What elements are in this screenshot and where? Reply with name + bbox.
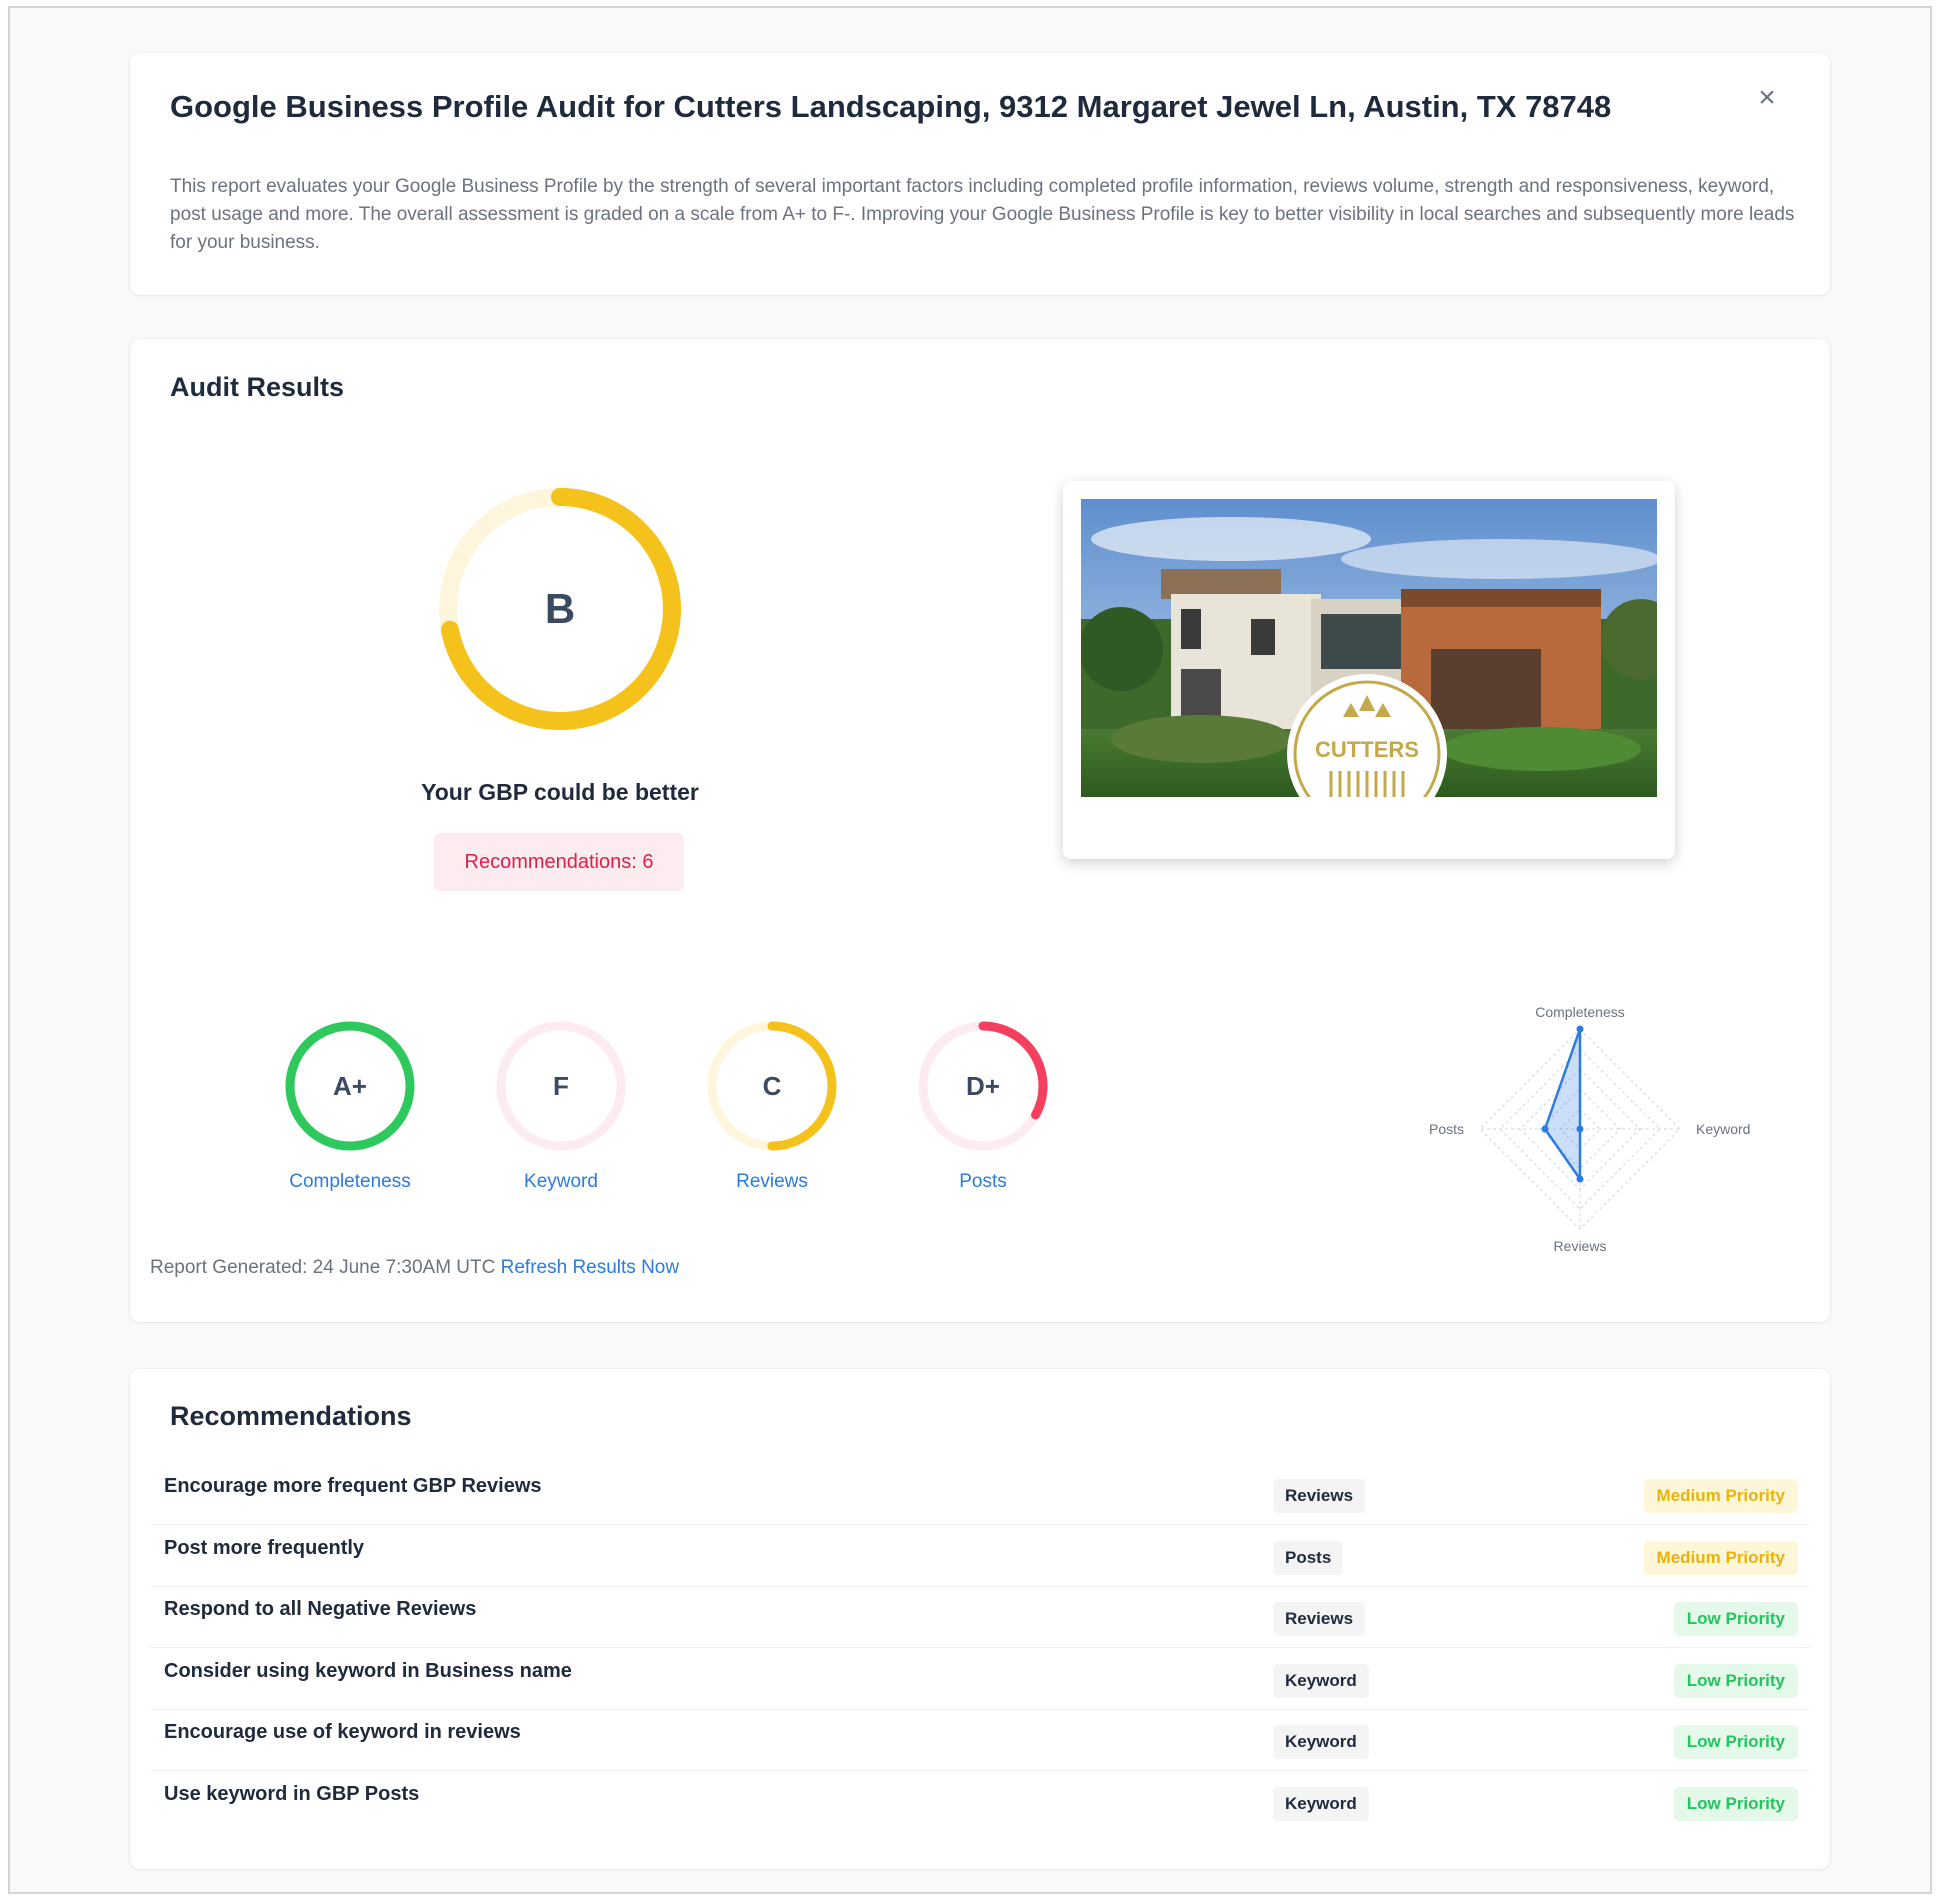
overall-caption: Your GBP could be better — [421, 779, 699, 805]
category-link-keyword[interactable]: Keyword — [461, 1171, 661, 1193]
close-icon[interactable]: × — [1752, 83, 1782, 113]
radar-point — [1576, 1125, 1584, 1133]
recommendation-category-badge: Reviews — [1273, 1602, 1366, 1636]
recommendation-row[interactable]: Post more frequently Posts Medium Priority — [150, 1525, 1810, 1587]
refresh-results-link[interactable]: Refresh Results Now — [501, 1257, 679, 1278]
radar-axis-label: Completeness — [1535, 1004, 1625, 1020]
category-link-reviews[interactable]: Reviews — [672, 1171, 872, 1193]
recommendation-category-badge: Posts — [1273, 1540, 1344, 1575]
radar-chart: Completeness Keyword Reviews Posts — [1429, 1004, 1750, 1254]
report-generated-text: Report Generated: 24 June 7:30AM UTC — [150, 1257, 496, 1278]
recommendation-text: Post more frequently — [164, 1536, 365, 1559]
recommendation-priority-badge: Low Priority — [1673, 1786, 1798, 1821]
page-frame: Google Business Profile Audit for Cutter… — [8, 6, 1932, 1894]
recommendation-category-badge: Keyword — [1273, 1663, 1369, 1698]
category-grade-keyword: F — [553, 1070, 569, 1101]
report-description: This report evaluates your Google Busine… — [170, 176, 1795, 253]
recommendation-text: Encourage more frequent GBP Reviews — [164, 1475, 542, 1497]
overall-grade: B — [544, 585, 576, 632]
recommendation-category-badge: Keyword — [1273, 1725, 1369, 1759]
radar-axis-label: Reviews — [1554, 1238, 1607, 1254]
recommendation-priority-badge: Low Priority — [1673, 1663, 1798, 1698]
recommendation-text: Consider using keyword in Business name — [164, 1659, 572, 1682]
radar-point — [1576, 1175, 1584, 1183]
audit-header-card: Google Business Profile Audit for Cutter… — [130, 53, 1830, 295]
recommendation-priority-badge: Low Priority — [1673, 1725, 1798, 1759]
business-photo-card: CUTTERS — [1063, 481, 1675, 859]
category-grade-completeness: A+ — [333, 1070, 367, 1101]
logo-text: CUTTERS — [1315, 737, 1419, 762]
report-generated-line: Report Generated: 24 June 7:30AM UTC Ref… — [150, 1257, 679, 1279]
radar-axis-label: Keyword — [1696, 1121, 1750, 1137]
recommendation-text: Encourage use of keyword in reviews — [164, 1721, 521, 1743]
recommendation-row[interactable]: Consider using keyword in Business name K… — [150, 1648, 1810, 1710]
recommendation-row[interactable]: Respond to all Negative Reviews Reviews Lo… — [150, 1586, 1810, 1648]
category-link-completeness[interactable]: Completeness — [250, 1171, 450, 1193]
recommendation-text: Use keyword in GBP Posts — [164, 1782, 420, 1805]
recommendation-category-badge: Reviews — [1273, 1479, 1366, 1513]
category-grade-posts: D+ — [966, 1070, 1000, 1101]
category-grade-reviews: C — [762, 1070, 782, 1101]
recommendations-count-badge[interactable]: Recommendations: 6 — [434, 833, 684, 891]
recommendation-priority-badge: Medium Priority — [1643, 1479, 1798, 1513]
radar-series-area — [1543, 1028, 1582, 1183]
business-photo: CUTTERS — [1081, 499, 1657, 797]
recommendation-text: Respond to all Negative Reviews — [164, 1598, 477, 1620]
recommendation-priority-badge: Medium Priority — [1643, 1540, 1798, 1575]
recommendation-category-badge: Keyword — [1273, 1786, 1369, 1821]
category-link-posts[interactable]: Posts — [883, 1171, 1083, 1193]
recommendations-card: Recommendations Encourage more frequent … — [130, 1369, 1830, 1869]
audit-results-title: Audit Results — [170, 372, 345, 402]
radar-point — [1541, 1125, 1549, 1133]
radar-axis-label: Posts — [1429, 1121, 1464, 1137]
recommendation-priority-badge: Low Priority — [1673, 1602, 1798, 1636]
audit-results-card: Audit Results B Your GBP could be better… — [130, 339, 1830, 1322]
recommendation-row[interactable]: Encourage more frequent GBP Reviews Revie… — [150, 1463, 1810, 1525]
recommendation-row[interactable]: Use keyword in GBP Posts Keyword Low Prior… — [150, 1771, 1810, 1833]
radar-point — [1576, 1025, 1584, 1033]
recommendations-title: Recommendations — [170, 1401, 412, 1431]
recommendation-row[interactable]: Encourage use of keyword in reviews Keywo… — [150, 1709, 1810, 1771]
page-title: Google Business Profile Audit for Cutter… — [170, 89, 1612, 124]
